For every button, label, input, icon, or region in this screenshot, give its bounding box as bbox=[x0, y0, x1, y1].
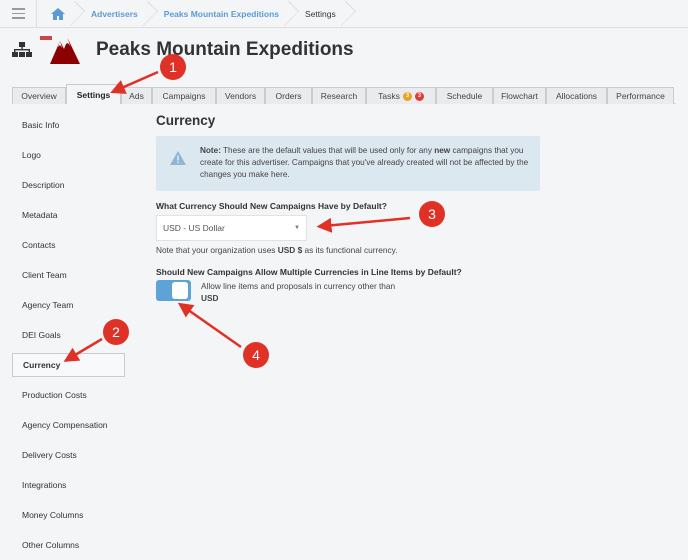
annotation-1: 1 bbox=[110, 54, 186, 94]
annotation-2: 2 bbox=[63, 319, 129, 362]
annotation-1-label: 1 bbox=[169, 59, 177, 75]
annotation-3: 3 bbox=[316, 201, 445, 233]
annotation-4-label: 4 bbox=[252, 347, 260, 363]
annotation-4: 4 bbox=[177, 302, 269, 368]
annotation-2-label: 2 bbox=[112, 324, 120, 340]
annotation-overlay: 1 2 3 4 bbox=[63, 54, 445, 368]
annotation-3-label: 3 bbox=[428, 206, 436, 222]
